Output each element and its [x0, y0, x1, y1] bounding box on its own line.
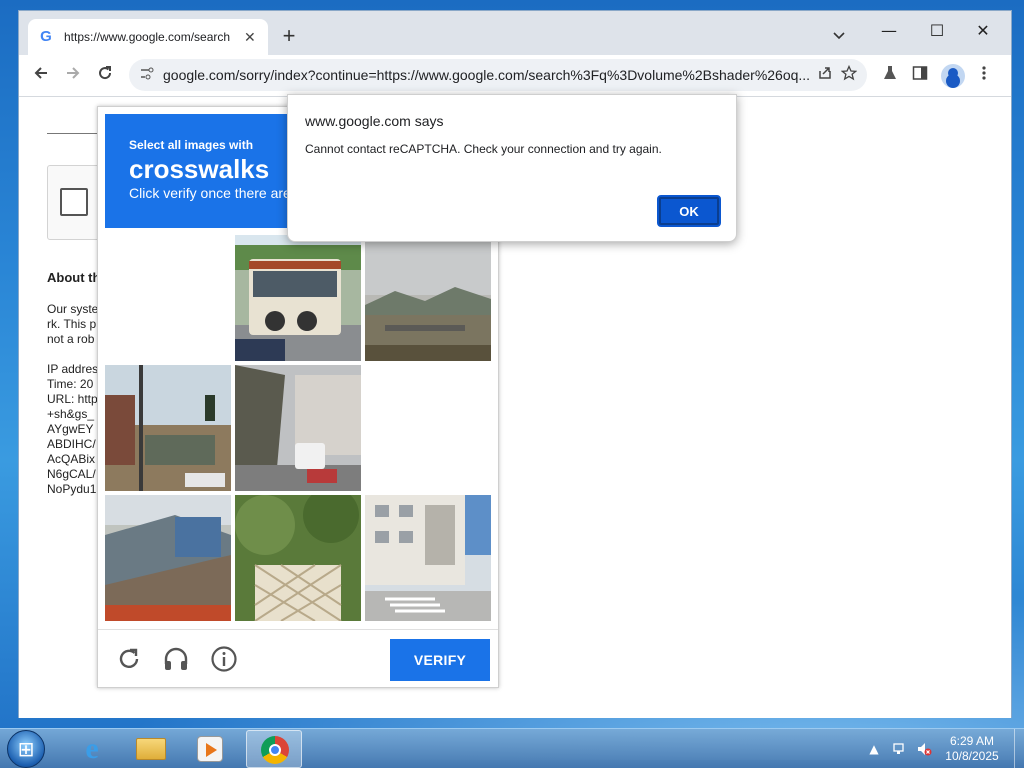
taskbar: e ▲ 6:29 AM 10/8/2025 — [0, 728, 1024, 768]
browser-toolbar: google.com/sorry/index?continue=https://… — [19, 55, 1011, 97]
chevron-down-icon — [833, 32, 845, 40]
network-icon[interactable] — [892, 741, 908, 757]
forward-button[interactable] — [61, 64, 85, 88]
menu-icon[interactable] — [973, 65, 995, 87]
verify-button[interactable]: VERIFY — [390, 639, 490, 681]
tab-strip: G https://www.google.com/search ✕ + — ☐ … — [19, 11, 1011, 55]
close-window-button[interactable]: ✕ — [961, 17, 1005, 45]
captcha-tile[interactable] — [365, 365, 491, 491]
chrome-icon — [261, 736, 289, 764]
labs-icon[interactable] — [879, 65, 901, 87]
media-player-icon — [197, 736, 223, 762]
start-button[interactable] — [7, 730, 45, 768]
reload-icon[interactable] — [114, 644, 144, 674]
back-button[interactable] — [29, 64, 53, 88]
audio-icon[interactable] — [161, 644, 191, 674]
show-hidden-icons-icon[interactable]: ▲ — [866, 741, 882, 757]
internet-explorer-icon: e — [85, 732, 99, 765]
address-bar[interactable]: google.com/sorry/index?continue=https://… — [129, 59, 867, 91]
reload-icon — [99, 66, 112, 80]
captcha-tile[interactable] — [365, 235, 491, 361]
alert-dialog: www.google.com says Cannot contact reCAP… — [287, 94, 737, 242]
google-favicon-icon: G — [40, 28, 52, 45]
dialog-title: www.google.com says — [305, 113, 444, 129]
captcha-tile[interactable] — [105, 235, 231, 361]
maximize-button[interactable]: ☐ — [915, 17, 959, 45]
clock-date: 10/8/2025 — [945, 749, 999, 763]
dialog-message: Cannot contact reCAPTCHA. Check your con… — [305, 142, 662, 156]
minimize-button[interactable]: — — [867, 17, 911, 45]
recaptcha-footer: VERIFY — [98, 629, 498, 687]
url-text[interactable]: google.com/sorry/index?continue=https://… — [163, 67, 813, 83]
forward-icon — [67, 67, 80, 79]
back-icon — [34, 67, 47, 79]
taskbar-internet-explorer[interactable]: e — [62, 730, 118, 768]
tab-search-button[interactable] — [827, 25, 851, 49]
tab-google-search[interactable]: G https://www.google.com/search ✕ — [28, 19, 268, 55]
taskbar-media-player[interactable] — [182, 730, 238, 768]
site-info-icon[interactable] — [139, 67, 157, 84]
captcha-tile[interactable] — [105, 495, 231, 621]
captcha-tile[interactable] — [235, 365, 361, 491]
share-icon[interactable] — [813, 65, 837, 85]
reload-button[interactable] — [93, 64, 117, 88]
taskbar-file-explorer[interactable] — [122, 730, 178, 768]
ok-button[interactable]: OK — [657, 195, 721, 227]
side-panel-icon[interactable] — [909, 65, 931, 87]
new-tab-button[interactable]: + — [277, 25, 301, 49]
star-icon[interactable] — [837, 64, 861, 85]
system-clock[interactable]: 6:29 AM 10/8/2025 — [932, 734, 1012, 764]
captcha-tile[interactable] — [235, 235, 361, 361]
recaptcha-checkbox[interactable] — [60, 188, 88, 216]
taskbar-chrome[interactable] — [246, 730, 302, 768]
show-desktop-button[interactable] — [1014, 729, 1024, 768]
profile-icon[interactable] — [941, 64, 965, 88]
volume-muted-icon[interactable] — [916, 741, 932, 757]
captcha-tile[interactable] — [235, 495, 361, 621]
captcha-tile[interactable] — [365, 495, 491, 621]
clock-time: 6:29 AM — [949, 734, 995, 748]
captcha-tile[interactable] — [105, 365, 231, 491]
file-explorer-icon — [136, 738, 166, 760]
tab-title: https://www.google.com/search — [64, 30, 231, 44]
info-icon[interactable] — [209, 644, 239, 674]
tab-close-icon[interactable]: ✕ — [244, 29, 256, 46]
